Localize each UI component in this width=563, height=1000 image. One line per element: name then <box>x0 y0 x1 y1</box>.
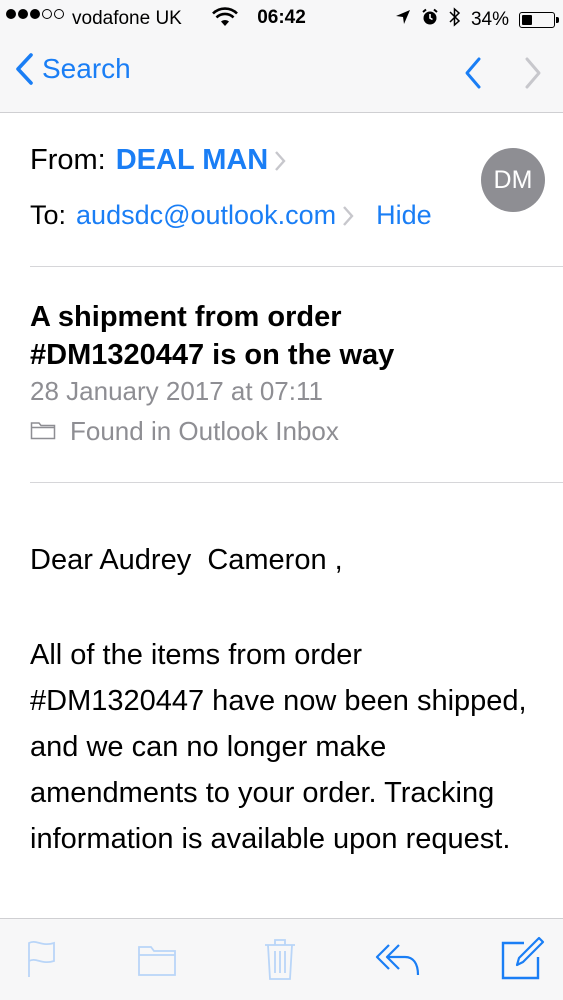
from-row: From: DEAL MAN <box>30 144 286 177</box>
chevron-down-icon <box>525 57 541 89</box>
to-label: To: <box>30 200 67 230</box>
flag-icon <box>28 940 55 977</box>
folder-icon <box>138 946 176 976</box>
back-button[interactable]: Search <box>14 52 131 86</box>
to-row: To: audsdc@outlook.com Hide <box>30 200 432 231</box>
chevron-up-icon <box>465 57 481 89</box>
folder-info[interactable]: Found in Outlook Inbox <box>30 416 339 447</box>
hide-details-button[interactable]: Hide <box>376 200 432 231</box>
compose-icon <box>501 936 545 980</box>
compose-button[interactable] <box>500 935 546 986</box>
bluetooth-icon <box>449 7 461 33</box>
folder-label: Found in Outlook Inbox <box>70 416 339 446</box>
subject-block: A shipment from order #DM1320447 is on t… <box>30 266 563 483</box>
message-date: 28 January 2017 at 07:11 <box>30 376 323 406</box>
sender-name[interactable]: DEAL MAN <box>116 144 269 177</box>
body-paragraph: All of the items from order #DM1320447 h… <box>30 639 527 855</box>
greeting: Dear Audrey Cameron , <box>30 544 343 576</box>
back-label: Search <box>42 53 131 84</box>
previous-message-button[interactable] <box>463 56 483 95</box>
folder-icon <box>30 416 56 447</box>
move-to-folder-button[interactable] <box>137 943 177 982</box>
message-subject: A shipment from order #DM1320447 is on t… <box>30 301 395 371</box>
message-header: From: DEAL MAN To: audsdc@outlook.com Hi… <box>30 112 563 267</box>
navigation-bar: Search <box>0 38 563 113</box>
avatar[interactable]: DM <box>481 148 545 212</box>
next-message-button[interactable] <box>523 56 543 95</box>
battery-percentage: 34% <box>470 9 509 30</box>
chevron-right-icon <box>342 205 354 227</box>
chevron-right-icon <box>274 150 286 172</box>
reply-button[interactable] <box>375 943 421 982</box>
bottom-toolbar <box>0 918 563 1000</box>
location-arrow-icon <box>395 9 411 31</box>
delete-button[interactable] <box>263 937 297 986</box>
battery-icon <box>519 12 559 28</box>
mail-screen: vodafone UK 06:42 34% Search From: DEAL … <box>0 0 563 1000</box>
flag-button[interactable] <box>26 939 58 984</box>
chevron-left-icon <box>16 53 33 85</box>
alarm-icon <box>421 8 439 32</box>
status-bar: vodafone UK 06:42 34% <box>0 0 563 38</box>
trash-icon <box>265 939 295 980</box>
recipient-address[interactable]: audsdc@outlook.com <box>76 200 336 231</box>
from-label: From: <box>30 144 106 176</box>
reply-icon <box>375 944 420 976</box>
